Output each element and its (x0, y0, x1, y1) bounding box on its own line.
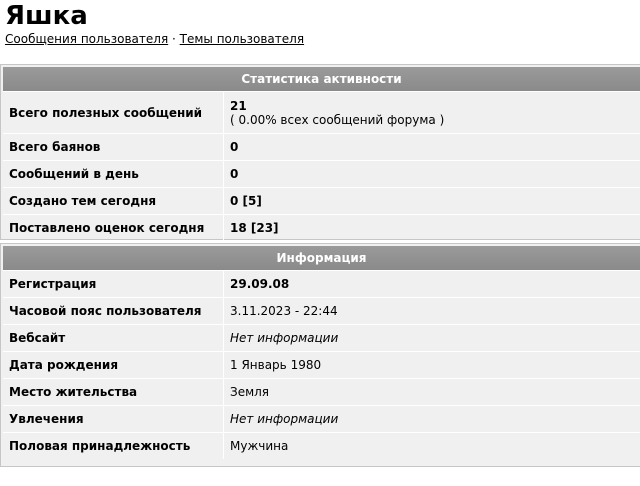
activity-stats-header: Статистика активности (3, 67, 640, 91)
info-label: Увлечения (3, 406, 224, 432)
information-header: Информация (3, 246, 640, 270)
stat-value: 0 (230, 140, 239, 154)
stat-label: Сообщений в день (3, 161, 224, 187)
info-row-birthday: Дата рождения 1 Январь 1980 (3, 351, 640, 378)
info-value: 1 Январь 1980 (230, 358, 322, 372)
info-row-registration: Регистрация 29.09.08 (3, 270, 640, 297)
page-title: Яшка (5, 1, 88, 31)
info-row-interests: Увлечения Нет информации (3, 405, 640, 432)
stat-row-posts-per-day: Сообщений в день 0 (3, 160, 640, 187)
info-label: Дата рождения (3, 352, 224, 378)
information-panel: Информация Регистрация 29.09.08 Часовой … (0, 243, 640, 467)
info-value: 3.11.2023 - 22:44 (230, 304, 338, 318)
stat-row-topics-today: Создано тем сегодня 0 [5] (3, 187, 640, 214)
stat-value: 0 [5] (230, 194, 262, 208)
stat-value: 21 ( 0.00% всех сообщений форума ) (224, 92, 444, 133)
stat-label: Всего полезных сообщений (3, 92, 224, 133)
info-row-website: Вебсайт Нет информации (3, 324, 640, 351)
info-value: Мужчина (230, 439, 289, 453)
stat-label: Создано тем сегодня (3, 188, 224, 214)
useful-posts-count: 21 (230, 98, 247, 113)
info-label: Половая принадлежность (3, 433, 224, 459)
info-label: Вебсайт (3, 325, 224, 351)
stat-label: Поставлено оценок сегодня (3, 215, 224, 241)
info-label: Часовой пояс пользователя (3, 298, 224, 324)
stat-row-bayans: Всего баянов 0 (3, 133, 640, 160)
info-value: 29.09.08 (230, 277, 290, 291)
stat-row-ratings-today: Поставлено оценок сегодня 18 [23] (3, 214, 640, 241)
link-separator: · (172, 32, 176, 46)
info-label: Регистрация (3, 271, 224, 297)
useful-posts-percent: ( 0.00% всех сообщений форума ) (230, 112, 445, 127)
user-posts-link[interactable]: Сообщения пользователя (5, 32, 168, 46)
info-value: Нет информации (230, 412, 339, 426)
info-label: Место жительства (3, 379, 224, 405)
info-value: Нет информации (230, 331, 339, 345)
stat-value: 0 (230, 167, 239, 181)
info-row-location: Место жительства Земля (3, 378, 640, 405)
stat-value: 18 [23] (230, 221, 279, 235)
user-topics-link[interactable]: Темы пользователя (180, 32, 304, 46)
activity-stats-panel: Статистика активности Всего полезных соо… (0, 64, 640, 241)
info-row-gender: Половая принадлежность Мужчина (3, 432, 640, 459)
info-row-timezone: Часовой пояс пользователя 3.11.2023 - 22… (3, 297, 640, 324)
stat-label: Всего баянов (3, 134, 224, 160)
stat-row-useful-posts: Всего полезных сообщений 21 ( 0.00% всех… (3, 91, 640, 133)
info-value: Земля (230, 385, 270, 399)
profile-links: Сообщения пользователя · Темы пользовате… (5, 31, 304, 47)
